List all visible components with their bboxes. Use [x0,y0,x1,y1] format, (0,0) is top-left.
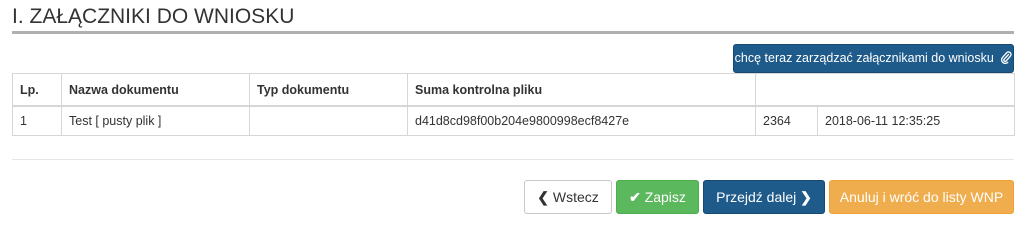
table-row: 1 Test [ pusty plik ] d41d8cd98f00b204e9… [12,105,1015,136]
col-header-lp: Lp. [12,73,62,107]
next-button-label: Przejdź dalej [716,189,797,205]
manage-attachments-button[interactable]: chcę teraz zarządzać załącznikami do wni… [733,44,1014,73]
cell-document-name: Test [ pusty plik ] [61,105,250,136]
col-header-checksum: Suma kontrolna pliku [407,73,756,107]
chevron-right-icon: ❯ [800,189,812,205]
attachments-table: Lp. Nazwa dokumentu Typ dokumentu Suma k… [12,73,1015,136]
table-header-row: Lp. Nazwa dokumentu Typ dokumentu Suma k… [12,73,1015,107]
cell-lp: 1 [12,105,62,136]
cell-document-type [249,105,408,136]
col-header-document-type: Typ dokumentu [249,73,408,107]
check-icon: ✔ [629,189,641,205]
cell-checksum: d41d8cd98f00b204e9800998ecf8427e [407,105,756,136]
cancel-button[interactable]: Anuluj i wróć do listy WNP [829,180,1014,214]
paperclip-icon [1001,47,1012,74]
chevron-left-icon: ❮ [537,189,549,205]
manage-attachments-label: chcę teraz zarządzać załącznikami do wni… [734,51,994,65]
back-button[interactable]: ❮ Wstecz [524,180,612,214]
title-divider [12,31,1014,34]
next-button[interactable]: Przejdź dalej ❯ [703,180,825,214]
cancel-button-label: Anuluj i wróć do listy WNP [839,189,1004,205]
cell-size: 2364 [755,105,818,136]
section-title: I. ZAŁĄCZNIKI DO WNIOSKU [12,5,295,28]
save-button[interactable]: ✔ Zapisz [616,180,699,214]
col-header-extra [755,73,1015,107]
col-header-document-name: Nazwa dokumentu [61,73,250,107]
back-button-label: Wstecz [552,189,599,205]
save-button-label: Zapisz [644,189,686,205]
cell-date: 2018-06-11 12:35:25 [817,105,1015,136]
form-divider [12,159,1014,160]
